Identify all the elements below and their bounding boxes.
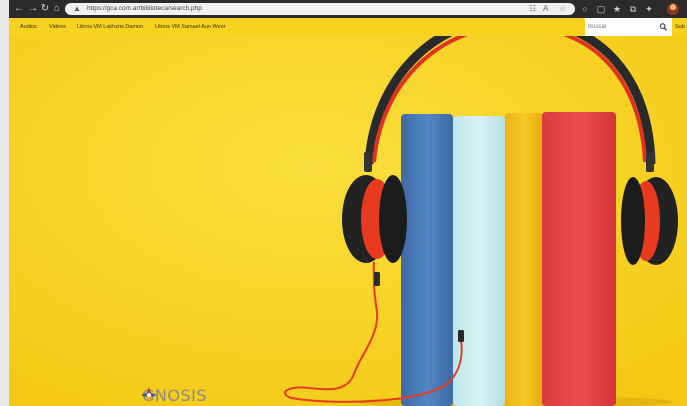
book-blue [401,114,453,406]
search-submit-button[interactable]: Sub [675,23,685,31]
browser-toolbar: ← → ↻ ⌂ ▲ https://gca.com.ar/biblioteca/… [9,0,687,18]
nav-link-audios[interactable]: Audios [20,23,37,31]
search-box [585,18,672,36]
gnosis-logo[interactable]: GNOSIS [139,386,207,405]
reader-view-icon[interactable]: ☷ [529,4,536,14]
extensions-icon[interactable]: ✦ [643,3,655,15]
hero-image: GNOSIS [9,36,687,406]
reload-icon[interactable]: ↻ [39,3,51,15]
split-screen-icon[interactable]: ▢ [595,3,607,15]
lock-icon: ▲ [73,4,81,13]
book-red [542,112,616,406]
forward-icon[interactable]: → [27,3,39,15]
book-stack [401,112,616,406]
read-aloud-icon[interactable]: A [543,4,548,14]
left-ear-pad [379,175,407,263]
nav-link-videos[interactable]: Videos [49,23,66,31]
search-input[interactable] [588,22,658,32]
collections-icon[interactable]: ⧉ [627,3,639,15]
home-icon[interactable]: ⌂ [51,3,63,15]
nav-link-libros-samael[interactable]: Libros VM Samael Aun Weor [155,23,226,31]
right-hinge [646,152,654,172]
browser-window: ← → ↻ ⌂ ▲ https://gca.com.ar/biblioteca/… [9,0,687,406]
gnosis-emblem-icon [141,387,157,403]
book-yellow [505,113,543,406]
right-ear-pad [621,177,645,265]
favorite-star-icon[interactable]: ☆ [559,4,566,14]
cable-connector [374,272,380,286]
audiobook-illustration [9,36,687,406]
jack-plug [458,330,464,342]
profile-avatar[interactable] [667,3,679,15]
address-url[interactable]: https://gca.com.ar/biblioteca/search.php [87,4,202,14]
tracking-icon[interactable]: ○ [579,3,591,15]
left-hinge [364,152,372,172]
back-icon[interactable]: ← [13,3,25,15]
address-bar[interactable]: ▲ https://gca.com.ar/biblioteca/search.p… [65,3,575,15]
favorites-icon[interactable]: ★ [611,3,623,15]
nav-link-libros-lakhsmi[interactable]: Libros VM Lakhsmi Damon [77,23,143,31]
search-icon[interactable] [659,22,668,32]
